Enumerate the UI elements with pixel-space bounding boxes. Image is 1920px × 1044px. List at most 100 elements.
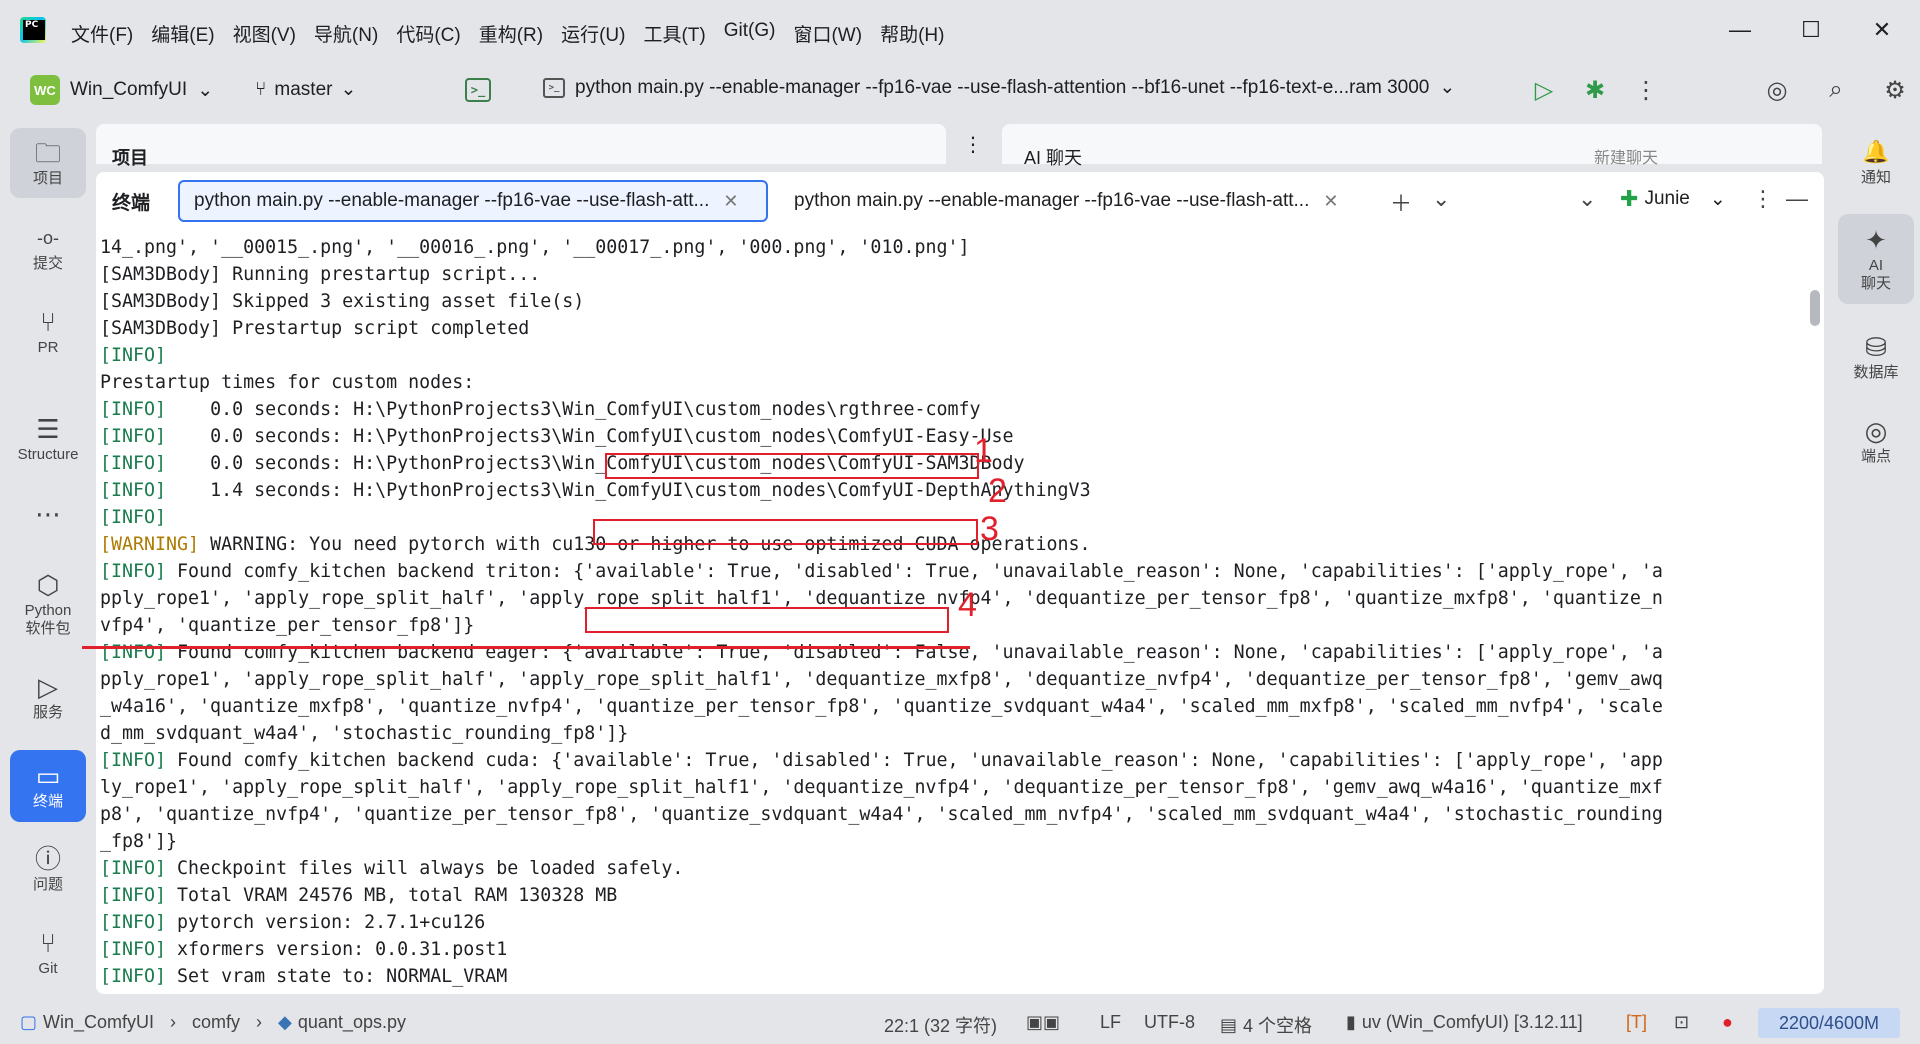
menu-navigate[interactable]: 导航(N) [305,18,387,49]
debug-icon[interactable]: ✱ [1579,74,1611,106]
terminal-tab-1[interactable]: python main.py --enable-manager --fp16-v… [178,180,768,222]
main-toolbar: WC Win_ComfyUI ⌄ ⑂ master ⌄ >_ >_ python… [0,60,1920,122]
git-icon: ⑂ [40,928,56,958]
more-vertical-icon[interactable]: ⋮ [1752,186,1774,212]
settings-gear-icon[interactable]: ⚙ [1879,74,1911,106]
console-line: [INFO] 0.0 seconds: H:\PythonProjects3\W… [100,423,1810,450]
close-icon[interactable]: ✕ [1323,191,1338,212]
menu-run[interactable]: 运行(U) [552,18,634,49]
pycharm-logo-icon[interactable] [20,17,46,43]
memory-indicator[interactable]: 2200/4600M [1758,1008,1900,1038]
annotation-underline [82,646,970,649]
indent-icon: ▤ [1220,1014,1238,1035]
menu-git[interactable]: Git(G) [715,18,785,49]
console-line-text: pply_rope1', 'apply_rope_split_half', 'a… [100,669,1663,690]
tool-terminal[interactable]: ▭ 终端 [10,750,86,822]
branch-selector[interactable]: ⑂ master ⌄ [255,78,356,101]
hide-panel-icon[interactable]: — [1786,186,1808,212]
project-panel-title[interactable]: 项目 [112,144,148,170]
junie-icon: ✚ [1620,186,1639,211]
annotation-number: 3 [980,510,999,548]
indent-settings[interactable]: ▤ 4 个空格 [1220,1012,1312,1038]
console-line-text: Total VRAM 24576 MB, total RAM 130328 MB [166,885,618,906]
breadcrumb-folder[interactable]: comfy [192,1012,240,1033]
terminal-tab-2[interactable]: python main.py --enable-manager --fp16-v… [780,180,1360,222]
chevron-down-icon[interactable]: ⌄ [1578,186,1596,212]
console-line: [SAM3DBody] Skipped 3 existing asset fil… [100,288,1810,315]
tool-python-packages[interactable]: ⬡ Python 软件包 [10,562,86,646]
tool-commit[interactable]: -o- 提交 [10,218,86,278]
close-window-button[interactable]: ✕ [1854,8,1910,52]
menu-help[interactable]: 帮助(H) [871,18,953,49]
tool-structure[interactable]: ☰ Structure [10,408,86,470]
project-panel-header: 项目 [96,124,946,168]
commit-icon: -o- [37,228,59,248]
close-icon[interactable]: ✕ [723,191,738,212]
project-selector[interactable]: WC Win_ComfyUI ⌄ [30,75,213,105]
console-line: [INFO] Set vram state to: NORMAL_VRAM [100,963,1810,990]
console-line: pply_rope1', 'apply_rope_split_half', 'a… [100,585,1810,612]
line-separator[interactable]: LF [1100,1012,1121,1033]
terminal-output[interactable]: 14_.png', '__00015_.png', '__00016_.png'… [100,234,1810,992]
console-line-text: pytorch version: 2.7.1+cu126 [166,912,486,933]
more-vertical-icon[interactable]: ⋮ [1630,74,1662,106]
indent-label: 4 个空格 [1243,1016,1313,1036]
tool-ai-chat[interactable]: ✦ AI 聊天 [1838,214,1914,304]
text-toggle-icon[interactable]: [T] [1626,1012,1647,1033]
tool-problems[interactable]: ⓘ 问题 [10,838,86,900]
console-line-text: ly_rope1', 'apply_rope_split_half', 'app… [100,777,1663,798]
console-line: [INFO] Found comfy_kitchen backend eager… [100,639,1810,666]
tool-endpoints[interactable]: ◎ 端点 [1838,408,1914,474]
file-encoding[interactable]: UTF-8 [1144,1012,1195,1033]
left-tool-window-strip: 🗀 项目 -o- 提交 ⑂ PR ☰ Structure ⋯ ⬡ Python … [0,122,98,1002]
tool-notifications[interactable]: 🔔 通知 [1838,130,1914,194]
interpreter-selector[interactable]: ▮ uv (Win_ComfyUI) [3.12.11] [1346,1012,1583,1033]
run-icon[interactable]: ▷ [1528,74,1560,106]
new-chat-button[interactable]: 新建聊天 [1594,144,1658,168]
menu-edit[interactable]: 编辑(E) [142,18,223,49]
error-icon[interactable]: ● [1722,1012,1733,1033]
log-level-info: [INFO] [100,750,167,771]
new-terminal-plus-icon[interactable]: ＋ [1390,186,1412,218]
console-line-text: 1.4 seconds: H:\PythonProjects3\Win_Comf… [166,480,1091,501]
junie-label: Junie [1644,188,1690,209]
minimize-button[interactable]: — [1712,8,1768,52]
log-level-info: [INFO] [100,345,167,366]
more-vertical-icon[interactable]: ⋮ [958,132,988,162]
menu-file[interactable]: 文件(F) [62,18,142,49]
scrollbar-thumb[interactable] [1810,290,1820,326]
menu-view[interactable]: 视图(V) [224,18,305,49]
tool-more[interactable]: ⋯ [10,494,86,534]
run-configuration-selector[interactable]: >_ python main.py --enable-manager --fp1… [543,76,1455,99]
menu-window[interactable]: 窗口(W) [784,18,871,49]
chevron-down-icon[interactable]: ⌄ [1432,186,1450,212]
tool-project[interactable]: 🗀 项目 [10,128,86,198]
breadcrumb-file[interactable]: quant_ops.py [298,1012,406,1033]
ai-assistant-icon[interactable]: ◎ [1761,74,1793,106]
tool-pull-requests[interactable]: ⑂ PR [10,302,86,362]
cursor-position[interactable]: 22:1 (32 字符) [884,1012,997,1038]
tool-services[interactable]: ▷ 服务 [10,666,86,728]
log-level-info: [INFO] [100,507,167,528]
status-bar: ▢ Win_ComfyUI › comfy › ◆ quant_ops.py 2… [0,1002,1920,1044]
tool-database[interactable]: ⛁ 数据库 [1838,324,1914,390]
search-icon[interactable]: ⌕ [1820,74,1852,106]
console-line-text: 14_.png', '__00015_.png', '__00016_.png'… [100,237,970,258]
chevron-right-icon: › [170,1012,177,1032]
junie-agent-selector[interactable]: ✚ Junie ⌄ [1620,186,1726,212]
structure-icon: ☰ [36,414,60,444]
terminal-icon: ▭ [35,761,61,791]
console-line: [INFO] Found comfy_kitchen backend cuda:… [100,747,1810,774]
menu-code[interactable]: 代码(C) [387,18,469,49]
log-level-info: [INFO] [100,426,167,447]
menu-tools[interactable]: 工具(T) [634,18,714,49]
ai-chat-title: AI 聊天 [1024,148,1083,168]
terminal-toolbar-icon[interactable]: >_ [465,78,491,102]
menu-refactor[interactable]: 重构(R) [470,18,552,49]
module-icon: ▢ [20,1012,38,1032]
breadcrumb-project[interactable]: Win_ComfyUI [43,1012,154,1033]
readonly-toggle-icon[interactable]: ▣▣ [1026,1012,1060,1033]
maximize-button[interactable]: ☐ [1783,8,1839,52]
tool-git[interactable]: ⑂ Git [10,922,86,984]
lock-icon[interactable]: ⊡ [1674,1012,1689,1033]
